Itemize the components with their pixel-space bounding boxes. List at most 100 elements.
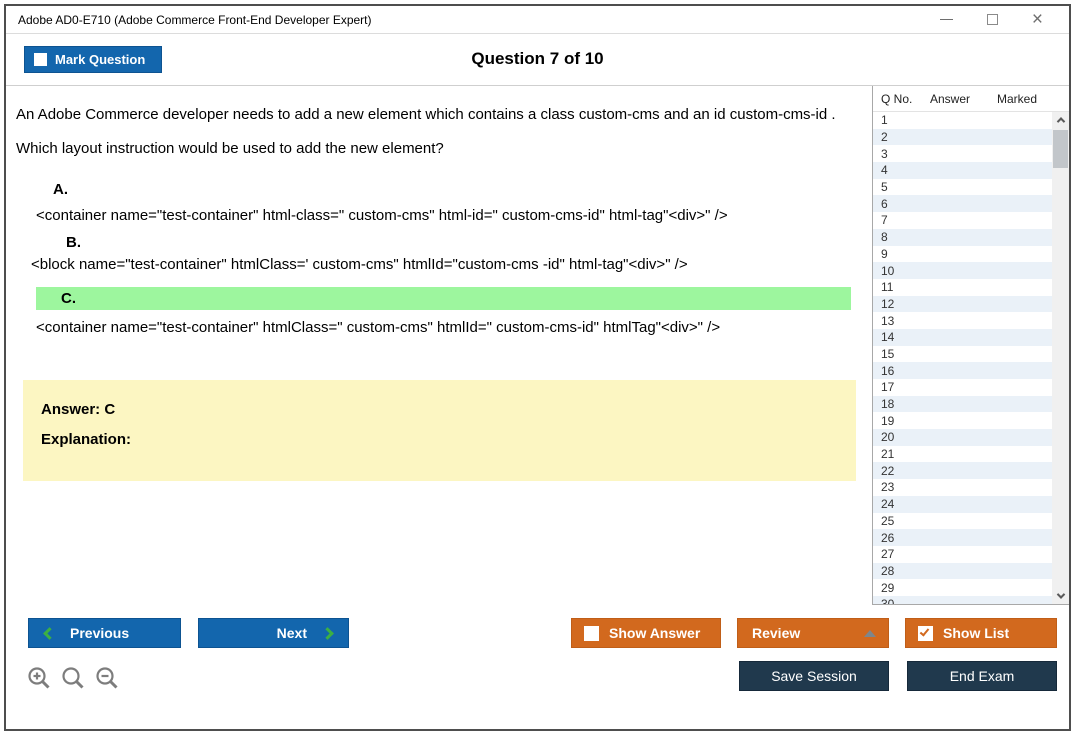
show-answer-label: Show Answer (609, 625, 701, 641)
zoom-toolbar (26, 665, 121, 692)
scrollbar-thumb[interactable] (1053, 130, 1068, 168)
row-q-number: 1 (881, 113, 888, 128)
question-list-row[interactable]: 26 (873, 529, 1052, 546)
review-dropdown[interactable]: Review (737, 618, 889, 648)
chevron-right-icon (321, 626, 334, 640)
row-q-number: 29 (881, 580, 895, 595)
option-c-label: C. (61, 290, 76, 307)
question-list-row[interactable]: 20 (873, 429, 1052, 446)
question-list-row[interactable]: 7 (873, 212, 1052, 229)
minimize-button[interactable] (939, 19, 953, 20)
end-exam-button[interactable]: End Exam (907, 661, 1057, 691)
question-list-row[interactable]: 1 (873, 112, 1052, 129)
show-answer-button[interactable]: Show Answer (571, 618, 721, 648)
row-q-number: 22 (881, 463, 895, 478)
question-list-row[interactable]: 3 (873, 145, 1052, 162)
column-q-no: Q No. (881, 91, 913, 106)
chevron-up-icon (1056, 117, 1065, 126)
row-q-number: 4 (881, 163, 888, 178)
question-list-row[interactable]: 29 (873, 579, 1052, 596)
question-list-row[interactable]: 30 (873, 595, 1052, 604)
question-text: Which layout instruction would be used t… (16, 140, 444, 157)
window-controls: × (939, 9, 1057, 30)
row-q-number: 26 (881, 530, 895, 545)
question-list-row[interactable]: 18 (873, 395, 1052, 413)
question-list-row[interactable]: 28 (873, 562, 1052, 580)
header: Mark Question Question 7 of 10 (6, 34, 1069, 86)
row-q-number: 25 (881, 513, 895, 528)
question-list-scrollbar[interactable] (1052, 112, 1069, 604)
row-q-number: 24 (881, 497, 895, 512)
question-list-row[interactable]: 22 (873, 462, 1052, 480)
option-b-label[interactable]: B. (66, 234, 872, 251)
save-session-button[interactable]: Save Session (739, 661, 889, 691)
question-list-row[interactable]: 2 (873, 128, 1052, 146)
option-a-label[interactable]: A. (53, 181, 872, 198)
question-list: 1 2 3 4 5 6 7 8 9 10 11 12 13 14 15 16 17 18 19 20 21 22 23 24 2… (873, 112, 1069, 604)
close-button[interactable]: × (1031, 9, 1043, 30)
question-list-row[interactable]: 13 (873, 312, 1052, 329)
question-list-row[interactable]: 9 (873, 246, 1052, 263)
save-session-label: Save Session (771, 668, 857, 684)
question-list-row[interactable]: 10 (873, 262, 1052, 279)
row-q-number: 16 (881, 363, 895, 378)
column-marked: Marked (996, 91, 1037, 106)
question-list-row[interactable]: 6 (873, 195, 1052, 213)
option-c-code[interactable]: <container name="test-container" htmlCla… (36, 319, 872, 336)
row-q-number: 11 (881, 280, 894, 295)
row-q-number: 30 (873, 597, 915, 604)
question-counter: Question 7 of 10 (471, 49, 604, 68)
option-b-code[interactable]: <block name="test-container" htmlClass='… (31, 256, 872, 273)
question-list-row[interactable]: 21 (873, 446, 1052, 463)
row-q-number: 15 (881, 346, 895, 361)
row-q-number: 20 (881, 430, 895, 445)
question-list-row[interactable]: 27 (873, 546, 1052, 563)
previous-label: Previous (70, 625, 130, 641)
main-area: An Adobe Commerce developer needs to add… (6, 86, 1069, 605)
row-q-number: 10 (881, 263, 895, 278)
row-q-number: 8 (881, 230, 888, 245)
row-q-number: 7 (881, 213, 888, 228)
scroll-down-button[interactable] (1052, 588, 1069, 604)
show-list-checkbox[interactable] (918, 625, 933, 641)
question-panel: An Adobe Commerce developer needs to add… (6, 86, 872, 605)
show-list-button[interactable]: Show List (905, 618, 1057, 648)
question-list-row[interactable]: 14 (873, 328, 1052, 346)
question-list-row[interactable]: 4 (873, 162, 1052, 179)
row-q-number: 3 (881, 146, 888, 161)
maximize-icon (986, 14, 998, 25)
row-q-number: 13 (881, 313, 895, 328)
question-list-row[interactable]: 24 (873, 495, 1052, 513)
close-icon: × (1031, 9, 1043, 30)
question-list-row[interactable]: 19 (873, 412, 1052, 429)
option-a-code[interactable]: <container name="test-container" html-cl… (36, 207, 872, 224)
question-list-row[interactable]: 5 (873, 179, 1052, 196)
zoom-in-icon[interactable] (26, 665, 53, 692)
previous-button[interactable]: Previous (28, 618, 181, 648)
next-button[interactable]: Next (198, 618, 349, 648)
maximize-button[interactable] (986, 14, 998, 25)
question-list-header: Q No. Answer Marked (873, 86, 1069, 112)
show-answer-checkbox[interactable] (584, 625, 599, 641)
answer-text: Answer: C (41, 401, 116, 418)
question-list-row[interactable]: 8 (873, 228, 1052, 246)
question-list-row[interactable]: 17 (873, 379, 1052, 396)
question-list-row[interactable]: 12 (873, 295, 1052, 313)
question-list-row[interactable]: 23 (873, 479, 1052, 496)
question-list-row[interactable]: 11 (873, 279, 1052, 296)
question-list-row[interactable]: 25 (873, 513, 1052, 530)
next-label: Next (276, 625, 307, 641)
check-icon (919, 625, 930, 637)
zoom-out-icon[interactable] (94, 665, 121, 692)
question-list-row[interactable]: 15 (873, 346, 1052, 363)
option-c-highlight[interactable]: C. (36, 287, 851, 310)
zoom-reset-icon[interactable] (60, 665, 87, 692)
end-exam-label: End Exam (949, 668, 1015, 684)
row-q-number: 18 (881, 397, 895, 412)
chevron-down-icon (1056, 590, 1065, 599)
scroll-up-button[interactable] (1052, 112, 1069, 128)
row-q-number: 19 (881, 413, 895, 428)
explanation-label: Explanation: (41, 431, 132, 448)
question-list-row[interactable]: 16 (873, 362, 1052, 379)
footer: Previous Next Show Answer Review Show Li… (6, 605, 1069, 729)
